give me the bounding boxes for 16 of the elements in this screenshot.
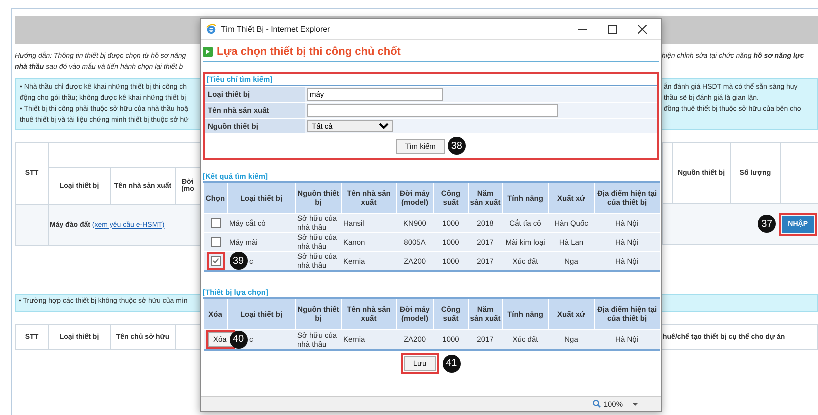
caret-icon[interactable] [632, 402, 639, 406]
arrow-icon [203, 47, 213, 57]
step-badge: 37 [758, 215, 776, 233]
window-title: Tìm Thiết Bị - Internet Explorer [221, 24, 330, 34]
maximize-icon [608, 24, 616, 34]
dialog-heading: Lựa chọn thiết bị thi công chủ chốt [217, 46, 401, 58]
step-badge: 38 [448, 137, 466, 155]
checkbox[interactable] [210, 218, 220, 228]
checkbox[interactable] [210, 256, 220, 266]
step-badge: 41 [442, 354, 461, 373]
browser-icon [206, 24, 217, 34]
text-field[interactable] [307, 104, 558, 117]
zoom-icon [592, 400, 601, 408]
step-badge: 39 [230, 252, 248, 270]
close-icon [638, 24, 646, 34]
checkbox[interactable] [210, 237, 220, 247]
